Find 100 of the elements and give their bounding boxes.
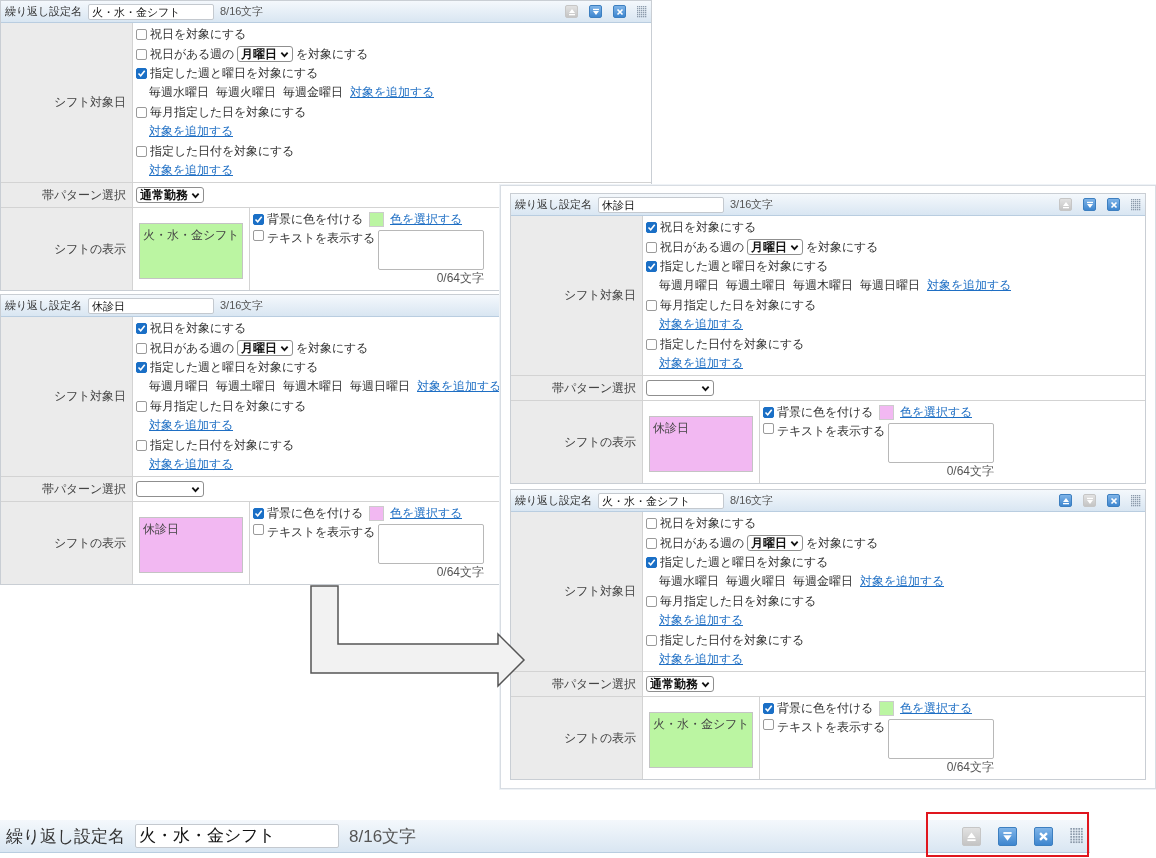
option-label: 指定した週と曜日を対象にする [660, 554, 828, 572]
close-button[interactable] [1107, 494, 1120, 508]
checkbox[interactable] [136, 400, 147, 412]
close-icon [615, 7, 624, 16]
weekday-item: 毎週日曜日 [350, 378, 410, 396]
option-label: 背景に色を付ける [777, 403, 873, 421]
weekday-select[interactable]: 月曜日 [237, 46, 293, 63]
checkbox[interactable] [253, 230, 264, 242]
band-pattern-select[interactable] [646, 380, 714, 397]
checkbox[interactable] [136, 439, 147, 451]
close-button[interactable] [613, 5, 626, 18]
checkbox[interactable] [136, 29, 147, 41]
add-target-link[interactable]: 対象を追加する [927, 277, 1011, 295]
option-label: 指定した日付を対象にする [150, 436, 294, 454]
drag-handle-icon[interactable] [1131, 494, 1141, 507]
add-target-link[interactable]: 対象を追加する [149, 161, 233, 179]
add-target-link[interactable]: 対象を追加する [149, 123, 233, 141]
band-pattern-select[interactable] [136, 481, 204, 498]
weekday-select[interactable]: 月曜日 [237, 340, 293, 357]
weekday-item: 毎週月曜日 [659, 277, 719, 295]
checkbox[interactable] [136, 145, 147, 157]
close-button[interactable] [1107, 198, 1120, 211]
checkbox[interactable] [136, 342, 147, 354]
checkbox[interactable] [646, 222, 657, 234]
drag-handle-icon[interactable] [1131, 198, 1141, 211]
checkbox[interactable] [646, 338, 657, 350]
band-pattern-select[interactable]: 通常勤務 [646, 676, 714, 693]
name-input[interactable]: 火・水・金シフト [135, 824, 339, 848]
band-pattern-select[interactable]: 通常勤務 [136, 187, 204, 204]
add-target-link[interactable]: 対象を追加する [659, 651, 743, 669]
add-target-link[interactable]: 対象を追加する [417, 378, 501, 396]
checkbox[interactable] [763, 406, 774, 418]
add-target-link[interactable]: 対象を追加する [149, 456, 233, 474]
text-area[interactable] [378, 230, 484, 271]
checkbox[interactable] [646, 634, 657, 646]
row-label: 帯パターン選択 [1, 183, 133, 208]
weekday-item: 毎週水曜日 [659, 573, 719, 591]
option-label: 祝日を対象にする [660, 515, 756, 533]
add-target-link[interactable]: 対象を追加する [860, 573, 944, 591]
choose-color-link[interactable]: 色を選択する [900, 403, 972, 421]
drag-handle-icon[interactable] [637, 5, 647, 18]
checkbox[interactable] [646, 537, 657, 549]
checkbox[interactable] [646, 299, 657, 311]
checkbox[interactable] [136, 106, 147, 118]
checkbox[interactable] [646, 260, 657, 272]
name-label: 繰り返し設定名 [515, 493, 592, 509]
caret-up-icon [1061, 200, 1070, 209]
text-area[interactable] [888, 423, 994, 464]
checkbox[interactable] [646, 241, 657, 253]
color-swatch[interactable] [879, 404, 894, 420]
checkbox[interactable] [253, 213, 264, 225]
checkbox[interactable] [136, 48, 147, 60]
name-input[interactable]: 火・水・金シフト [88, 3, 214, 20]
name-input[interactable]: 休診日 [88, 297, 214, 314]
checkbox[interactable] [646, 518, 657, 530]
shift-preview: 休診日 [139, 517, 243, 574]
add-target-link[interactable]: 対象を追加する [659, 316, 743, 334]
char-count: 0/64文字 [946, 463, 994, 481]
caret-up-icon [567, 7, 576, 16]
checkbox[interactable] [646, 557, 657, 569]
weekday-item: 毎週水曜日 [149, 84, 209, 102]
checkbox[interactable] [136, 67, 147, 79]
drag-handle-icon[interactable] [1070, 828, 1084, 844]
option-label: を対象にする [806, 534, 878, 552]
color-swatch[interactable] [879, 700, 894, 716]
add-target-link[interactable]: 対象を追加する [659, 354, 743, 372]
caret-down-icon [1085, 496, 1094, 505]
weekday-item: 毎週火曜日 [216, 84, 276, 102]
checkbox[interactable] [646, 595, 657, 607]
move-down-button[interactable] [589, 5, 602, 18]
choose-color-link[interactable]: 色を選択する [390, 504, 462, 522]
color-swatch[interactable] [369, 505, 384, 521]
name-input[interactable]: 休診日 [598, 196, 724, 213]
close-button[interactable] [1034, 826, 1053, 846]
add-target-link[interactable]: 対象を追加する [659, 612, 743, 630]
weekday-select[interactable]: 月曜日 [747, 239, 803, 256]
checkbox[interactable] [136, 323, 147, 335]
weekday-item: 毎週金曜日 [283, 84, 343, 102]
option-label: 指定した週と曜日を対象にする [660, 257, 828, 275]
text-area[interactable] [888, 719, 994, 760]
move-down-button[interactable] [1083, 198, 1096, 211]
checkbox[interactable] [136, 362, 147, 374]
choose-color-link[interactable]: 色を選択する [390, 210, 462, 228]
move-down-button[interactable] [998, 826, 1017, 846]
text-area[interactable] [378, 524, 484, 565]
checkbox[interactable] [763, 423, 774, 435]
checkbox[interactable] [253, 507, 264, 519]
weekday-select[interactable]: 月曜日 [747, 535, 803, 552]
add-target-link[interactable]: 対象を追加する [149, 417, 233, 435]
checkbox[interactable] [763, 702, 774, 714]
color-swatch[interactable] [369, 211, 384, 227]
weekday-item: 毎週金曜日 [793, 573, 853, 591]
add-target-link[interactable]: 対象を追加する [350, 84, 434, 102]
choose-color-link[interactable]: 色を選択する [900, 699, 972, 717]
move-up-button[interactable] [1059, 494, 1072, 508]
weekday-item: 毎週木曜日 [793, 277, 853, 295]
checkbox[interactable] [253, 524, 264, 536]
row-label: シフトの表示 [511, 697, 643, 780]
checkbox[interactable] [763, 719, 774, 731]
name-input[interactable]: 火・水・金シフト [598, 492, 724, 509]
